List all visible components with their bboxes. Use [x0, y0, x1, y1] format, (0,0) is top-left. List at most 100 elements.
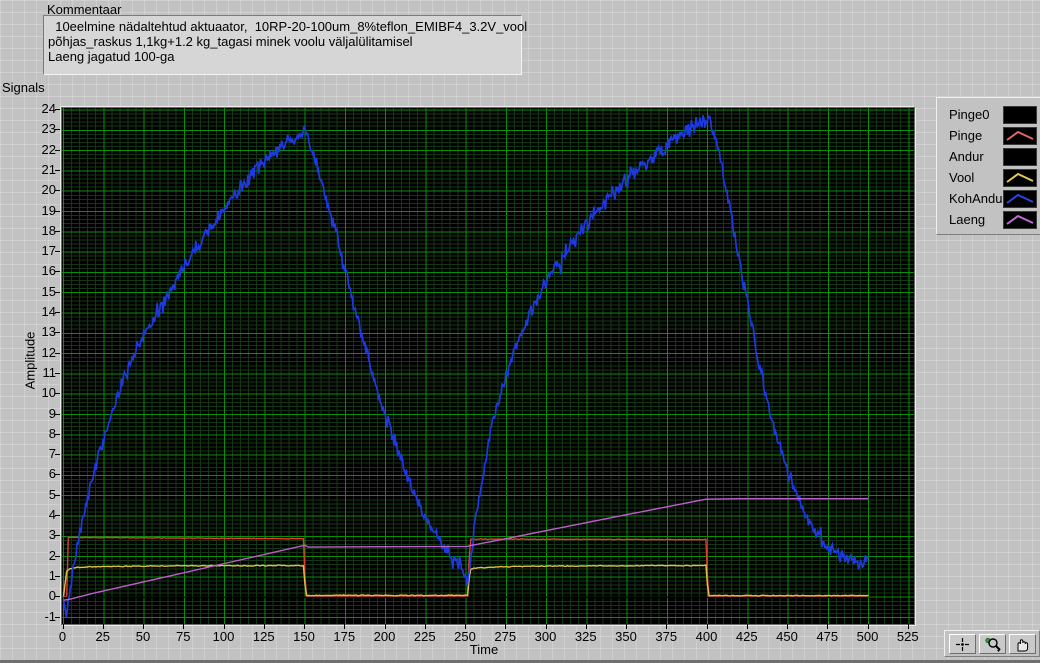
- y-tick-mark: [55, 372, 60, 374]
- x-tick-label: 375: [655, 629, 678, 644]
- y-tick-label: 5: [48, 486, 56, 502]
- y-tick-mark: [55, 474, 60, 476]
- y-tick-label: 7: [48, 446, 56, 462]
- legend-item-label: Andur: [949, 149, 984, 164]
- y-tick-mark: [55, 271, 60, 273]
- y-tick-mark: [55, 393, 60, 395]
- legend-item-pinge[interactable]: Pinge: [937, 126, 1040, 147]
- x-tick-label: 450: [776, 629, 798, 644]
- legend-line-swatch[interactable]: [1003, 190, 1037, 208]
- legend-line-swatch[interactable]: [1003, 127, 1037, 145]
- y-tick-label: 19: [41, 202, 56, 218]
- y-tick-label: 0: [48, 588, 56, 604]
- legend-item-andur[interactable]: Andur: [937, 147, 1040, 168]
- y-tick-mark: [55, 413, 60, 415]
- y-tick-label: 16: [41, 263, 56, 279]
- y-tick-mark: [55, 535, 60, 537]
- y-tick-label: 17: [41, 243, 56, 259]
- comment-line: Laeng jagatud 100-ga: [48, 49, 175, 64]
- x-tick-label: 425: [735, 629, 758, 644]
- y-tick-label: 14: [41, 304, 56, 319]
- legend-item-label: Pinge: [949, 128, 983, 143]
- y-axis-label: Amplitude: [22, 331, 38, 390]
- x-tick-label: 475: [816, 629, 839, 644]
- legend-line-swatch[interactable]: [1003, 169, 1037, 187]
- legend-line-swatch[interactable]: [1003, 211, 1037, 229]
- x-tick-label: 500: [856, 629, 879, 644]
- y-tick-label: 3: [48, 527, 56, 543]
- legend-line-sample: [1006, 193, 1034, 204]
- y-tick-label: 20: [41, 182, 56, 198]
- legend-item-label: KohAndur: [949, 191, 1007, 206]
- y-tick-mark: [55, 190, 60, 192]
- x-tick-label: 125: [252, 629, 275, 644]
- comment-line: põhjas_raskus 1,1kg+1.2 kg_tagasi minek …: [48, 34, 413, 49]
- legend-item-vool[interactable]: Vool: [937, 168, 1040, 189]
- y-tick-label: 2: [48, 547, 56, 563]
- y-tick-mark: [55, 251, 60, 253]
- x-tick-label: 350: [615, 629, 637, 644]
- plot-legend: Pinge0 Pinge Andur Vool KohAndur Laeng: [936, 97, 1040, 235]
- x-tick-label: 300: [534, 629, 557, 644]
- y-tick-mark: [55, 352, 60, 354]
- legend-item-label: Laeng: [949, 212, 986, 227]
- y-tick-mark: [55, 332, 60, 334]
- y-tick-label: 24: [41, 101, 56, 116]
- x-tick-label: 25: [95, 629, 110, 644]
- legend-line-sample: [1006, 214, 1034, 225]
- x-tick-label: 525: [896, 629, 919, 644]
- y-tick-mark: [55, 454, 60, 456]
- y-tick-mark: [55, 169, 60, 171]
- legend-line-swatch[interactable]: [1003, 106, 1037, 124]
- zoom-tool-button[interactable]: [979, 634, 1006, 654]
- y-tick-mark: [55, 129, 60, 131]
- y-tick-mark: [55, 494, 60, 496]
- x-tick-label: 400: [695, 629, 718, 644]
- legend-item-laeng[interactable]: Laeng: [937, 210, 1040, 231]
- y-tick-mark: [55, 515, 60, 516]
- comment-textbox[interactable]: 10eelmine nädaltehtud aktuaator, 10RP-20…: [43, 15, 528, 75]
- crosshair-icon: [956, 637, 969, 651]
- x-tick-label: 225: [413, 629, 436, 644]
- legend-line-swatch[interactable]: [1003, 148, 1037, 166]
- y-tick-mark: [55, 433, 60, 435]
- y-tick-label: 15: [41, 283, 56, 299]
- x-axis-label: Time: [469, 642, 499, 657]
- x-tick-label: 50: [135, 629, 151, 644]
- y-tick-mark: [55, 575, 60, 577]
- y-tick-label: 22: [41, 141, 56, 157]
- plot-area[interactable]: [61, 107, 915, 625]
- legend-item-pinge0[interactable]: Pinge0: [937, 105, 1040, 126]
- y-tick-label: 18: [41, 222, 56, 238]
- chart-title-label: Signals: [2, 80, 45, 95]
- y-tick-label: 1: [48, 567, 56, 583]
- y-tick-label: 4: [48, 507, 56, 522]
- x-tick-label: 325: [574, 629, 597, 644]
- legend-item-label: Pinge0: [949, 107, 990, 122]
- hand-icon: [1017, 638, 1029, 651]
- legend-line-sample: [1006, 151, 1034, 162]
- y-tick-mark: [55, 616, 60, 618]
- legend-line-sample: [1006, 109, 1034, 120]
- y-tick-mark: [55, 230, 60, 232]
- waveform-chart-canvas[interactable]: [62, 108, 914, 624]
- x-tick-label: 75: [176, 629, 191, 644]
- legend-item-kohandur[interactable]: KohAndur: [937, 189, 1040, 210]
- x-tick-label: 175: [333, 629, 356, 644]
- y-tick-label: 21: [41, 161, 56, 177]
- legend-line-sample: [1006, 130, 1034, 141]
- magnifier-icon: [985, 637, 1001, 652]
- pan-tool-button[interactable]: [1009, 634, 1036, 654]
- legend-line-sample: [1006, 172, 1034, 183]
- y-tick-label: 9: [48, 405, 56, 421]
- y-tick-mark: [55, 291, 60, 293]
- y-tick-label: 23: [41, 121, 56, 137]
- graph-palette: [944, 630, 1040, 657]
- comment-line: 10eelmine nädaltehtud aktuaator, 10RP-20…: [48, 19, 528, 34]
- y-tick-mark: [55, 149, 60, 151]
- y-tick-label: 6: [48, 466, 56, 482]
- y-tick-mark: [55, 596, 60, 598]
- cursor-tool-button[interactable]: [949, 634, 976, 654]
- y-tick-mark: [55, 210, 60, 212]
- x-tick-label: 100: [212, 629, 235, 644]
